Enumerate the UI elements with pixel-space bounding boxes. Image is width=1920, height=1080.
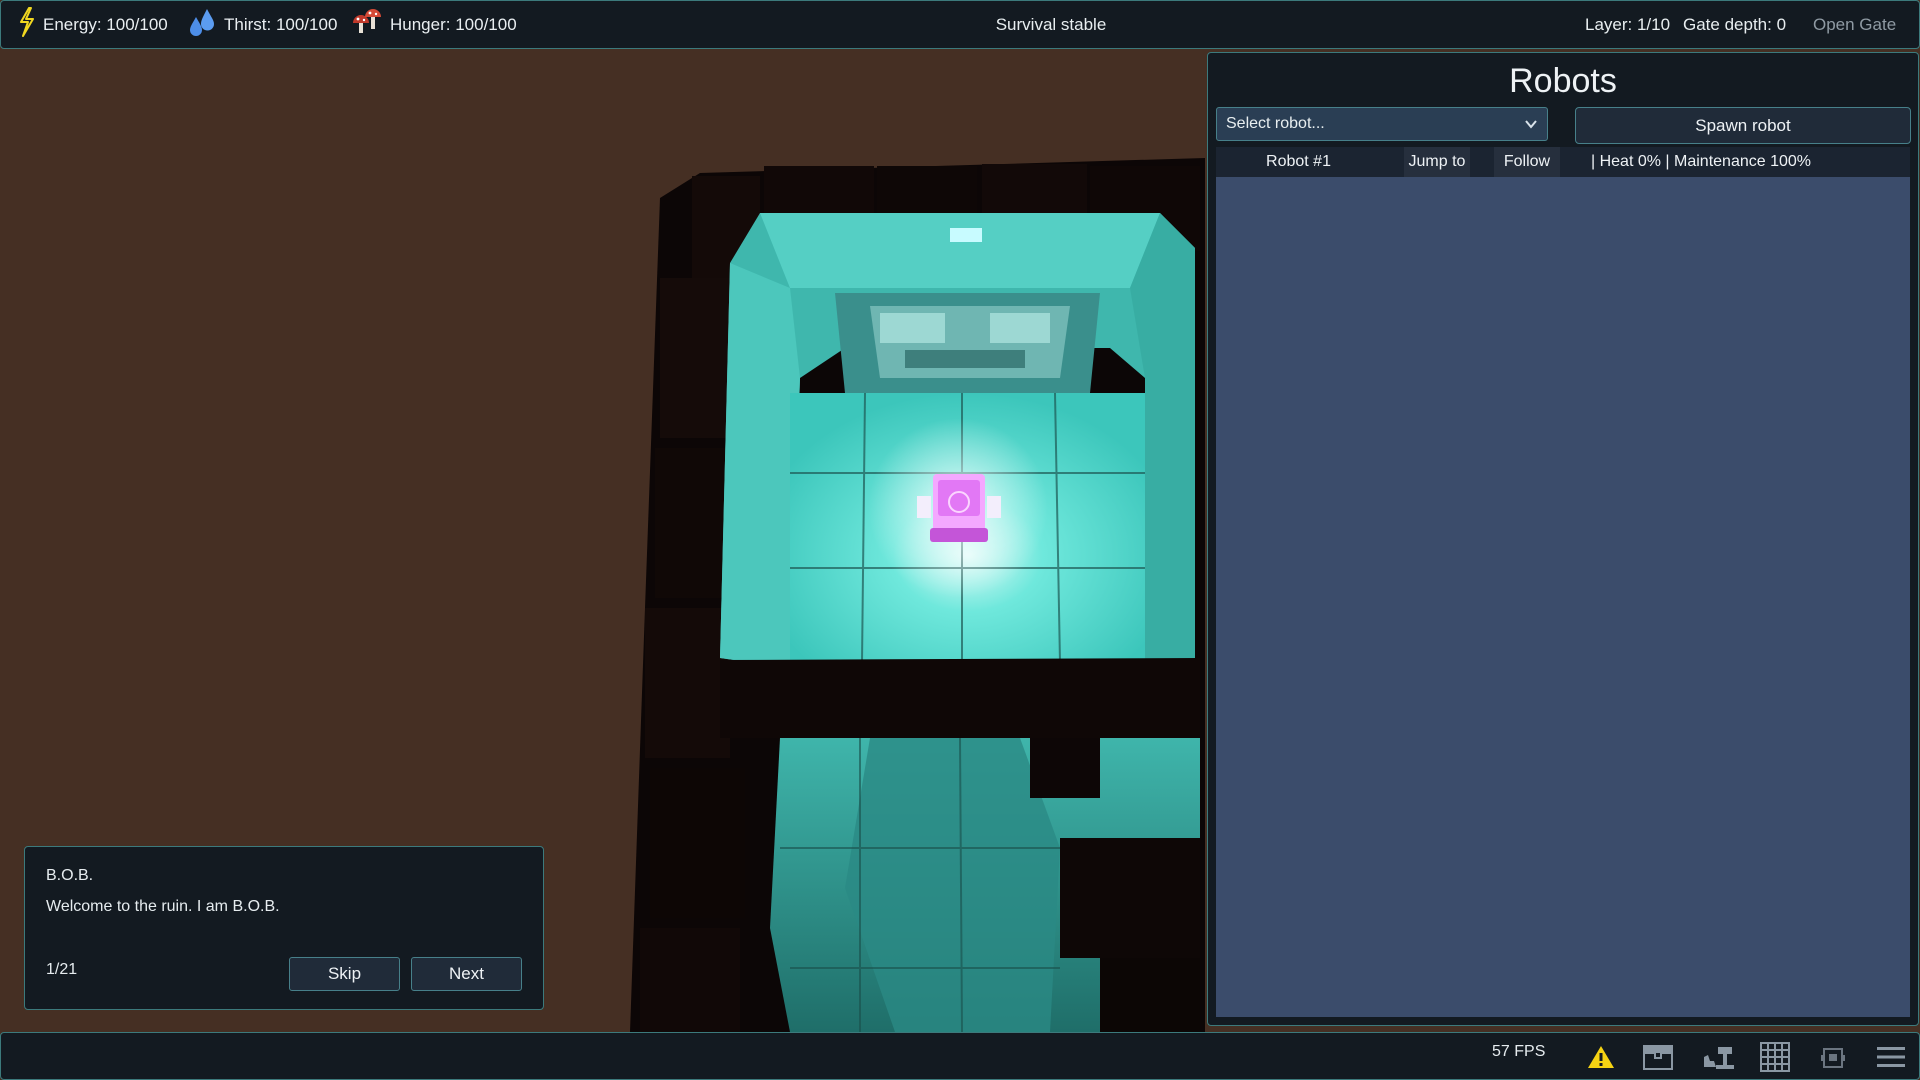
robot-icon[interactable]	[1817, 1041, 1849, 1073]
lightning-icon	[19, 7, 43, 42]
fps-counter: 57 FPS	[1492, 1043, 1546, 1060]
follow-button[interactable]: Follow	[1494, 147, 1560, 177]
grid-icon[interactable]	[1759, 1041, 1791, 1073]
hunger-label: Hunger: 100/100	[390, 14, 517, 34]
dialog-progress: 1/21	[46, 961, 78, 978]
warning-icon[interactable]	[1585, 1041, 1617, 1073]
robot-select-value: Select robot...	[1226, 115, 1325, 132]
tutorial-dialog: B.O.B. Welcome to the ruin. I am B.O.B. …	[24, 846, 544, 1010]
bottom-bar: 57 FPS	[0, 1032, 1920, 1080]
player-robot[interactable]	[868, 418, 1048, 598]
skip-button[interactable]: Skip	[289, 957, 400, 991]
water-drops-icon	[188, 7, 224, 42]
hunger-stat: Hunger: 100/100	[352, 1, 517, 48]
top-status-bar: Energy: 100/100 Thirst: 100/100 Hunger: …	[0, 0, 1920, 49]
energy-stat: Energy: 100/100	[19, 1, 168, 48]
spawn-robot-button[interactable]: Spawn robot	[1575, 107, 1911, 144]
open-gate-button[interactable]: Open Gate	[1813, 1, 1896, 48]
next-button[interactable]: Next	[411, 957, 522, 991]
layer-label: Layer: 1/10	[1585, 14, 1671, 34]
menu-icon[interactable]	[1875, 1041, 1907, 1073]
robot-select-dropdown[interactable]: Select robot...	[1216, 107, 1548, 141]
energy-label: Energy: 100/100	[43, 14, 168, 34]
robot-row: Robot #1 Jump to Follow | Heat 0% | Main…	[1216, 147, 1910, 177]
robots-panel: Robots Select robot... Spawn robot Robot…	[1207, 52, 1919, 1026]
inventory-chest-icon[interactable]	[1642, 1041, 1674, 1073]
gate-depth-label: Gate depth: 0	[1683, 14, 1787, 34]
thirst-label: Thirst: 100/100	[224, 14, 338, 34]
mushrooms-icon	[352, 7, 390, 42]
robot-name: Robot #1	[1266, 153, 1331, 170]
dialog-speaker: B.O.B.	[46, 867, 94, 884]
robot-stats: | Heat 0% | Maintenance 100%	[1591, 153, 1811, 170]
crafting-anvil-icon[interactable]	[1702, 1041, 1734, 1073]
robot-list: Robot #1 Jump to Follow | Heat 0% | Main…	[1216, 147, 1910, 1017]
chevron-down-icon	[1524, 117, 1538, 136]
jump-to-button[interactable]: Jump to	[1404, 147, 1470, 177]
robots-title: Robots	[1509, 61, 1617, 100]
dialog-message: Welcome to the ruin. I am B.O.B.	[46, 898, 280, 915]
thirst-stat: Thirst: 100/100	[188, 1, 337, 48]
